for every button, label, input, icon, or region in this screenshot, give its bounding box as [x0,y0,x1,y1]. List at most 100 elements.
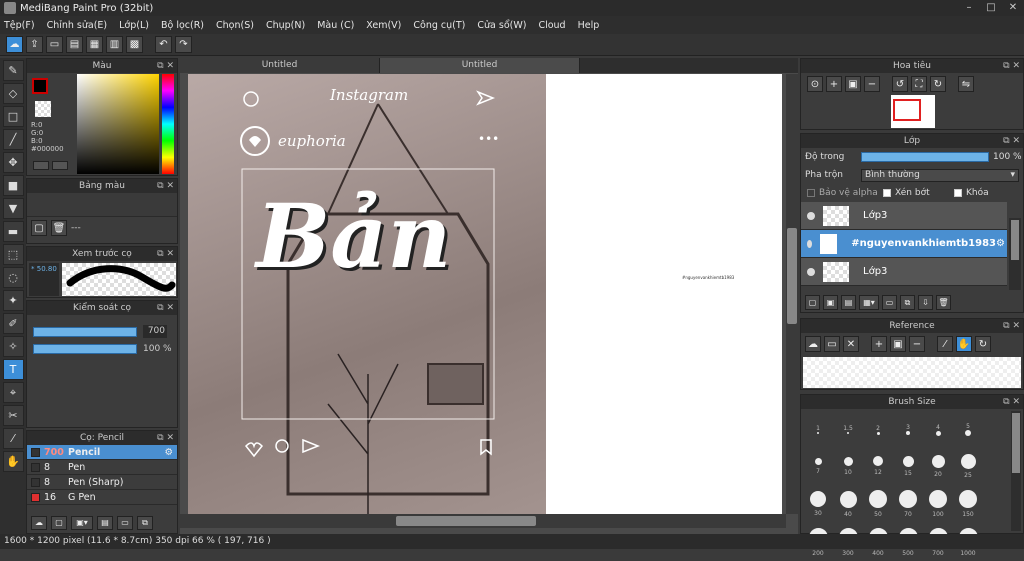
fill-rect-tool-icon[interactable]: ■ [2,175,24,196]
lasso-tool-icon[interactable]: ◌ [2,267,24,288]
select-eraser-tool-icon[interactable]: ✧ [2,336,24,357]
vertical-scrollbar[interactable] [786,74,798,514]
shape-tool-icon[interactable]: □ [2,106,24,127]
clipping-checkbox[interactable] [883,189,891,197]
brush-size-cell[interactable]: 10 [833,447,863,485]
brush-cloud-icon[interactable]: ☁ [31,516,47,530]
flip-icon[interactable]: ⇋ [958,76,974,92]
new-layer-1bit-icon[interactable]: ▤ [841,295,856,310]
maximize-button[interactable]: □ [980,1,1002,15]
divide-tool-icon[interactable]: ✂ [2,405,24,426]
menu-cloud[interactable]: Cloud [538,20,565,31]
line-tool-icon[interactable]: ╱ [2,129,24,150]
brush-size-cell[interactable]: 1.5 [833,409,863,447]
navigator-viewport-box[interactable] [893,99,921,121]
brush-item-pen[interactable]: 8 Pen [27,460,177,475]
reference-view[interactable] [803,357,1021,388]
panel-controls-icon[interactable]: ⧉ ✕ [157,431,174,445]
color-swap-button[interactable] [52,161,68,170]
chat-icon[interactable]: ▤ [66,36,83,53]
panel-controls-icon[interactable]: ⧉ ✕ [157,301,174,315]
brush-size-cell[interactable]: 100 [923,485,953,523]
cloud-icon[interactable]: ☁ [6,36,23,53]
upload-icon[interactable]: ⇪ [26,36,43,53]
menu-tools[interactable]: Công cụ(T) [413,20,465,31]
brush-size-cell[interactable]: 2 [863,409,893,447]
horizontal-scrollbar[interactable] [180,514,786,528]
brush-size-cell[interactable]: 25 [953,447,983,485]
merge-layer-icon[interactable]: ⇩ [918,295,933,310]
reference-zoom-in-icon[interactable]: + [871,336,887,352]
canvas-document[interactable]: Instagram euphoria ••• Bản #nguyenvankhi… [188,74,782,514]
secondary-color-swatch[interactable] [35,101,51,117]
reference-close-icon[interactable]: ✕ [843,336,859,352]
layer-scrollbar[interactable] [1009,218,1021,290]
fit-icon[interactable]: ▣ [845,76,861,92]
panel-controls-icon[interactable]: ⧉ ✕ [1003,59,1020,73]
reference-eyedropper-icon[interactable]: ⁄ [937,336,953,352]
close-button[interactable]: ✕ [1002,1,1024,15]
comment-icon[interactable]: ▭ [46,36,63,53]
move-tool-icon[interactable]: ✥ [2,152,24,173]
brush-item-g-pen[interactable]: 16 G Pen [27,490,177,505]
brush-size-cell[interactable]: 12 [863,447,893,485]
menu-file[interactable]: Tệp(F) [4,20,35,31]
reference-zoom-out-icon[interactable]: − [909,336,925,352]
hand-tool-icon[interactable]: ✋ [2,451,24,472]
document-icon[interactable]: ▦ [86,36,103,53]
reference-hand-icon[interactable]: ✋ [956,336,972,352]
brush-opacity-slider[interactable] [33,344,137,354]
tab-untitled-2[interactable]: Untitled [380,58,580,73]
select-pen-tool-icon[interactable]: ✐ [2,313,24,334]
new-brush-icon[interactable]: ▢ [51,516,67,530]
zoom-in-icon[interactable]: + [826,76,842,92]
panel-controls-icon[interactable]: ⧉ ✕ [1003,395,1020,409]
brush-item-pencil[interactable]: 700 Pencil ⚙ [27,445,177,460]
menu-help[interactable]: Help [578,20,600,31]
brush-size-cell[interactable]: 1 [803,409,833,447]
operation-tool-icon[interactable]: ⌖ [2,382,24,403]
brush-tool-icon[interactable]: ✎ [2,60,24,81]
protect-alpha-checkbox[interactable] [807,189,815,197]
navigator-thumbnail[interactable] [891,95,935,128]
gradient-tool-icon[interactable]: ▬ [2,221,24,242]
hue-slider[interactable] [162,74,174,174]
panel-controls-icon[interactable]: ⧉ ✕ [1003,134,1020,148]
rotate-right-icon[interactable]: ↻ [930,76,946,92]
new-layer-icon[interactable]: ▢ [805,295,820,310]
layer-row[interactable]: Lớp3 [801,258,1007,286]
zoom-out-icon[interactable]: − [864,76,880,92]
brush-size-cell[interactable]: 50 [863,485,893,523]
eye-icon[interactable] [807,239,813,248]
eye-icon[interactable] [807,267,815,276]
bucket-tool-icon[interactable]: ▼ [2,198,24,219]
gear-icon[interactable]: ⚙ [164,447,173,458]
menu-view[interactable]: Xem(V) [366,20,401,31]
blend-mode-select[interactable]: Bình thường ▾ [861,168,1019,182]
brush-settings-icon[interactable]: ▤ [97,516,113,530]
reference-rotate-icon[interactable]: ↻ [975,336,991,352]
brush-size-cell[interactable]: 40 [833,485,863,523]
reference-fit-icon[interactable]: ▣ [890,336,906,352]
menu-edit[interactable]: Chỉnh sửa(E) [47,20,108,31]
layout-icon[interactable]: ▥ [106,36,123,53]
lock-checkbox[interactable] [954,189,962,197]
add-layer-menu-icon[interactable]: ▦▾ [859,295,879,310]
zoom-icon[interactable]: ⊙ [807,76,823,92]
brush-size-cell[interactable]: 70 [893,485,923,523]
horizontal-scroll-thumb[interactable] [396,516,536,526]
brush-folder-icon[interactable]: ▭ [117,516,133,530]
brush-size-cell[interactable]: 30 [803,485,833,523]
brush-size-scrollbar[interactable] [1011,411,1021,531]
rotate-left-icon[interactable]: ↺ [892,76,908,92]
layer-row-selected[interactable]: #nguyenvankhiemtb1983 ⚙ [801,230,1007,258]
add-brush-icon[interactable]: ▣▾ [71,516,93,530]
layer-row[interactable]: Lớp3 [801,202,1007,230]
eye-icon[interactable] [807,211,815,220]
duplicate-layer-icon[interactable]: ⧉ [900,295,915,310]
text-tool-icon[interactable]: T [2,359,24,380]
brush-copy-icon[interactable]: ⧉ [137,516,153,530]
fullscreen-icon[interactable]: ⛶ [911,76,927,92]
reference-cloud-icon[interactable]: ☁ [805,336,821,352]
brush-size-slider[interactable] [33,326,137,337]
